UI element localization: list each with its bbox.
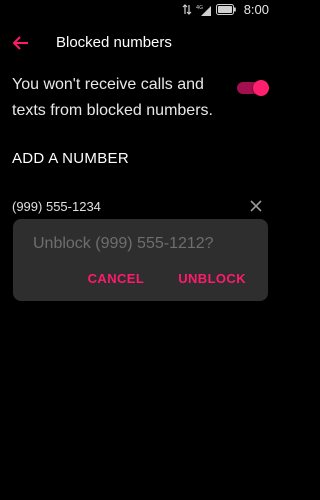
status-time: 8:00 <box>243 2 269 17</box>
page-title: Blocked numbers <box>56 34 172 51</box>
status-bar: 4G 8:00 <box>0 0 281 18</box>
4g-signal-icon: 4G <box>196 4 212 16</box>
block-toggle-description: You won't receive calls and texts from b… <box>12 76 213 119</box>
add-number-button[interactable]: ADD A NUMBER <box>12 150 129 167</box>
data-transfer-icon <box>182 4 192 15</box>
cancel-button[interactable]: CANCEL <box>88 271 145 286</box>
app-bar: Blocked numbers <box>0 24 281 62</box>
close-icon <box>249 200 263 217</box>
back-button[interactable] <box>10 32 32 54</box>
unblock-button[interactable]: UNBLOCK <box>178 271 246 286</box>
status-icons: 4G 8:00 <box>182 2 269 17</box>
block-toggle-row: You won't receive calls and texts from b… <box>12 72 269 132</box>
unblock-dialog: Unblock (999) 555-1212? CANCEL UNBLOCK <box>13 219 268 301</box>
svg-text:4G: 4G <box>196 5 203 11</box>
remove-number-button[interactable] <box>249 199 263 213</box>
dialog-actions: CANCEL UNBLOCK <box>88 271 246 286</box>
toggle-thumb <box>253 80 269 96</box>
arrow-back-icon <box>10 36 32 58</box>
block-toggle-switch[interactable] <box>237 80 269 96</box>
dialog-message: Unblock (999) 555-1212? <box>33 235 214 252</box>
blocked-number-label: (999) 555-1234 <box>12 199 101 214</box>
blocked-numbers-screen: 4G 8:00 Blocked numbers You won't receiv… <box>0 0 281 500</box>
battery-icon <box>215 4 236 15</box>
list-item: (999) 555-1234 <box>12 195 263 219</box>
